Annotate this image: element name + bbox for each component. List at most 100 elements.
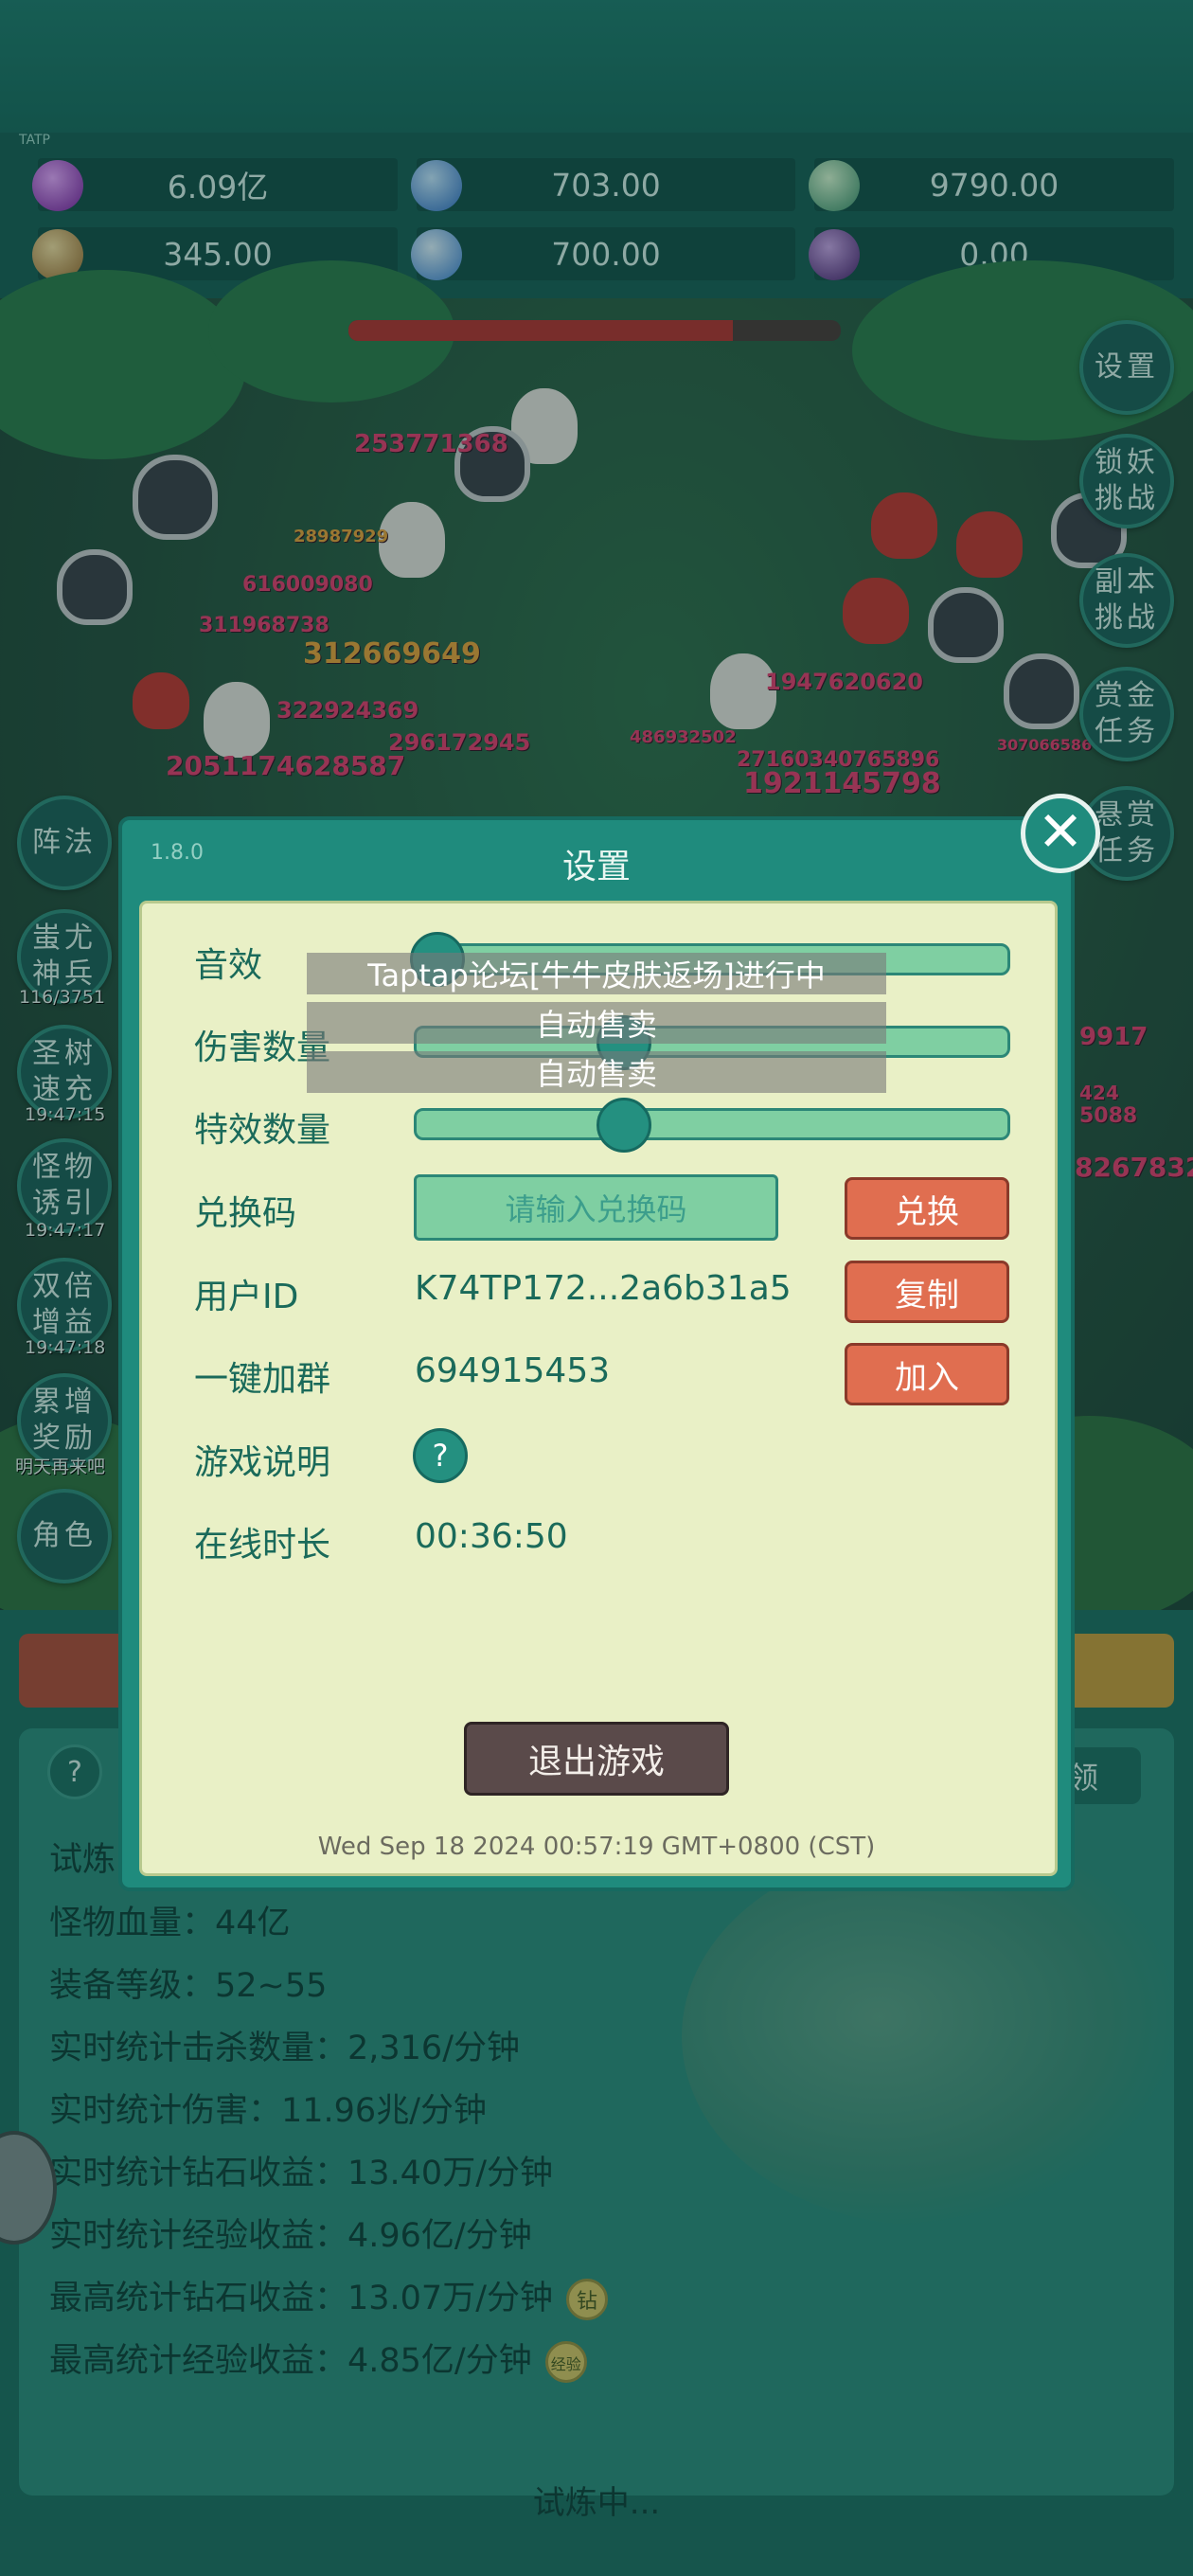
timer-text: 19:47:17 [25,1220,106,1241]
stat-text: 最高统计经验收益：4.85亿/分钟 [49,2342,532,2380]
resource-shard: 700.00 [411,227,795,280]
online-time-label: 在线时长 [194,1526,331,1565]
blue-crystal-icon [411,160,462,211]
damage-number: 9917 [1079,1023,1148,1051]
dungeon-challenge-button[interactable]: 副本挑战 [1079,553,1174,648]
purple-gem-icon [32,160,83,211]
bounty-task-button[interactable]: 赏金任务 [1079,667,1174,761]
timer-text: 19:47:15 [25,1104,106,1125]
button-label: 阵法 [32,826,97,859]
redeem-code-input[interactable]: 请输入兑换码 [414,1174,778,1241]
button-label: 累增奖励 [32,1386,97,1455]
exit-game-button[interactable]: 退出游戏 [464,1722,729,1796]
auto-sell-toast: 自动售卖 [307,1051,886,1093]
demon-lock-challenge-button[interactable]: 锁妖挑战 [1079,434,1174,528]
button-label: 设置 [1095,350,1159,384]
resource-value: 345.00 [163,235,273,273]
stat-damage: 实时统计伤害：11.96兆/分钟 [49,2092,487,2130]
button-label: 副本挑战 [1095,565,1159,635]
current-timestamp: Wed Sep 18 2024 00:57:19 GMT+0800 (CST) [317,1833,876,1861]
damage-number: 616009080 [242,573,373,597]
damage-number: 28987929 [294,527,389,546]
resource-value: 700.00 [551,235,661,273]
redeem-button[interactable]: 兑换 [845,1177,1009,1240]
button-label: 悬赏任务 [1095,798,1159,868]
copy-button[interactable]: 复制 [845,1261,1009,1323]
ghost-monster [379,502,445,578]
blue-shard-icon [411,229,462,280]
shade-monster [133,455,218,540]
damage-number: 322924369 [276,697,419,724]
stat-kills: 实时统计击杀数量：2,316/分钟 [49,2030,520,2067]
timer-text: 明天再来吧 [15,1457,106,1477]
resource-orb: 9790.00 [809,158,1174,211]
resource-value: 9790.00 [929,166,1059,204]
damage-number: 486932502 [630,727,737,747]
damage-number: 296172945 [388,729,531,756]
button-label: 角色 [32,1519,97,1552]
top-banner [0,0,1193,133]
guide-label: 游戏说明 [194,1443,331,1482]
button-label: 加入 [895,1358,959,1397]
sound-label: 音效 [194,946,263,985]
online-time-value: 00:36:50 [415,1517,568,1556]
game-screen: { "resources": { "tag": "TATP", "items":… [0,0,1193,2576]
user-id-label: 用户ID [194,1278,299,1316]
button-label: 锁妖挑战 [1095,446,1159,515]
button-label: 复制 [895,1276,959,1315]
exp-badge-icon: 经验 [544,2341,587,2383]
resource-gems: 6.09亿 [32,158,398,211]
resource-crystal: 703.00 [411,158,795,211]
red-monster [871,492,937,559]
stat-max-diamond: 最高统计钻石收益：13.07万/分钟钻 [49,2271,608,2320]
group-number: 694915453 [415,1351,611,1390]
monster-lure-button[interactable]: 怪物诱引 [17,1138,112,1233]
redeem-label: 兑换码 [194,1194,297,1233]
damage-number: 27160340765896 [737,748,940,772]
purple-fruit-icon [809,229,860,280]
help-icon[interactable]: ? [47,1744,102,1799]
join-button[interactable]: 加入 [845,1343,1009,1405]
damage-number: 312669649 [303,637,481,671]
button-label: 退出游戏 [527,1743,665,1781]
boss-health-fill [348,320,733,341]
notice-toast: Taptap论坛[牛牛皮肤返场]进行中 [307,953,886,994]
auto-sell-toast: 自动售卖 [307,1002,886,1044]
damage-number: 307066586 [997,736,1093,754]
damage-number: 5088 [1079,1104,1138,1128]
timer-text: 116/3751 [19,987,106,1008]
resource-value: 703.00 [551,166,661,204]
green-orb-icon [809,160,860,211]
button-label: 兑换 [895,1192,959,1231]
user-id-value: K74TP172...2a6b31a5 [415,1269,792,1308]
stat-diamond-income: 实时统计钻石收益：13.40万/分钟 [49,2155,553,2192]
trial-status: 试炼中... [532,2484,661,2522]
stat-monster-hp: 怪物血量：44亿 [49,1905,291,1942]
button-label: 怪物诱引 [32,1151,97,1220]
join-group-label: 一键加群 [194,1360,331,1399]
settings-button[interactable]: 设置 [1079,320,1174,415]
shade-monster [928,587,1004,663]
formation-button[interactable]: 阵法 [17,796,112,890]
button-label: 赏金任务 [1095,679,1159,748]
damage-number: 8267832 [1075,1152,1193,1183]
damage-number: 2051174628587 [166,750,406,781]
resource-tag: TATP [19,133,50,148]
ghost-monster [204,682,270,758]
button-label: 圣树速充 [32,1037,97,1106]
close-icon[interactable]: ✕ [1021,794,1100,873]
damage-number: 1921145798 [743,767,941,800]
red-monster [133,672,189,729]
help-icon[interactable]: ? [413,1428,468,1483]
effect-count-slider-knob[interactable] [596,1098,652,1153]
button-label: 蚩尤神兵 [32,921,97,991]
resource-value: 6.09亿 [167,169,269,206]
stat-equip-level: 装备等级：52~55 [49,1967,328,2005]
tree-foliage [0,270,246,459]
damage-number: 424 [1079,1082,1119,1104]
effect-count-slider[interactable] [414,1108,1010,1140]
button-label: 双倍增益 [32,1270,97,1339]
dialog-title: 设置 [561,848,631,886]
character-button[interactable]: 角色 [17,1489,112,1583]
damage-number: 1947620620 [765,669,923,695]
